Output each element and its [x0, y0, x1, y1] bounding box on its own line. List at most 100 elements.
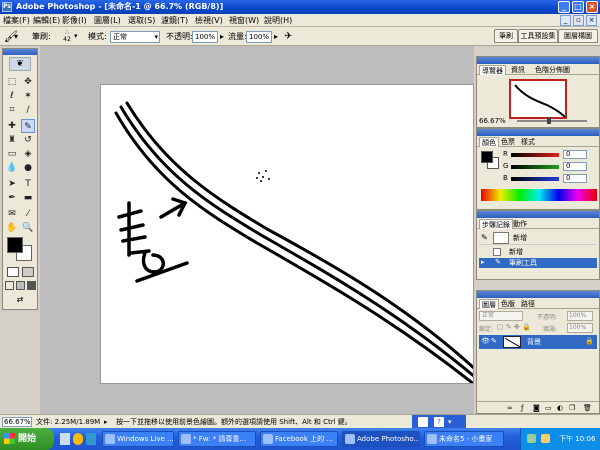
new-set-icon[interactable]: ▭ [545, 402, 552, 414]
slice-tool-icon[interactable]: ∕ [21, 103, 35, 117]
move-tool-icon[interactable]: ✥ [21, 75, 35, 89]
brush-dropdown-arrow-icon[interactable]: ▾ [74, 27, 78, 46]
clone-stamp-tool-icon[interactable]: ♜ [5, 133, 19, 147]
task-windows-live[interactable]: Windows Live ... [102, 431, 174, 447]
fill-input[interactable]: 100% [567, 323, 593, 333]
menu-select[interactable]: 選取(S) [128, 14, 155, 27]
layer-opacity-input[interactable]: 100% [567, 311, 593, 321]
navigator-zoom[interactable]: 66.67% [479, 117, 506, 125]
menu-layer[interactable]: 圖層(L) [94, 14, 121, 27]
tab-styles[interactable]: 樣式 [519, 137, 537, 147]
doc-info[interactable]: 文件: 2.25M/1.89M [36, 415, 100, 429]
tab-channels[interactable]: 色版 [499, 299, 517, 309]
channel-b-slider[interactable] [511, 177, 559, 181]
marquee-tool-icon[interactable]: ⬚ [5, 75, 19, 89]
type-tool-icon[interactable]: T [21, 177, 35, 191]
menu-filter[interactable]: 濾鏡(T) [161, 14, 188, 27]
shape-tool-icon[interactable]: ▬ [21, 191, 35, 205]
channel-g-slider[interactable] [511, 165, 559, 169]
channel-g-input[interactable]: 0 [563, 162, 587, 171]
opacity-arrow-icon[interactable]: ▸ [220, 27, 224, 46]
flow-arrow-icon[interactable]: ▸ [274, 27, 278, 46]
blend-mode-select[interactable]: 正常 [479, 311, 523, 321]
doc-minimize-button[interactable]: _ [560, 15, 571, 26]
history-snapshot-row[interactable]: ✎ 新增 [479, 231, 597, 245]
link-layers-icon[interactable]: ∞ [507, 402, 513, 414]
clock[interactable]: 下午 10:06 [559, 428, 595, 450]
status-zoom-input[interactable]: 66.67% [2, 417, 32, 427]
task-facebook[interactable]: Facebook 上的 ... [260, 431, 338, 447]
channel-r-input[interactable]: 0 [563, 150, 587, 159]
tab-tool-presets[interactable]: 工具預設集 [518, 29, 558, 43]
blur-tool-icon[interactable]: 💧 [5, 161, 19, 175]
tab-layer-comps[interactable]: 圖層構圖 [558, 29, 598, 43]
menu-view[interactable]: 檢視(V) [195, 14, 223, 27]
trash-icon[interactable]: 🗑 [583, 402, 592, 414]
color-spectrum-bar[interactable] [481, 189, 597, 201]
adjustment-layer-icon[interactable]: ◐ [557, 402, 563, 414]
close-button[interactable]: × [586, 1, 598, 13]
task-email[interactable]: * Fw: * 請尊重... [178, 431, 256, 447]
start-button[interactable]: 開始 [0, 428, 54, 450]
history-step-active[interactable]: ▸ ✎ 筆刷工具 [479, 258, 597, 268]
tab-histogram[interactable]: 色階分佈圖 [533, 65, 572, 75]
brush-preset-picker[interactable]: ∴ 42 [61, 29, 73, 43]
tray-volume-icon[interactable] [541, 434, 550, 443]
opacity-input[interactable]: 100% [192, 31, 218, 43]
tool-preset-arrow-icon[interactable]: ▾ [14, 27, 18, 46]
brush-tool-icon[interactable]: ✎ [21, 119, 35, 133]
menu-edit[interactable]: 編輯(E) [33, 14, 60, 27]
screen-mode-full-menu-icon[interactable] [16, 281, 25, 290]
airbrush-icon[interactable]: ✈ [284, 27, 292, 46]
magic-wand-tool-icon[interactable]: ✶ [21, 89, 35, 103]
history-brush-tool-icon[interactable]: ↺ [21, 133, 35, 147]
notes-tool-icon[interactable]: ✉ [5, 207, 19, 221]
quicklaunch-media-icon[interactable] [86, 433, 96, 445]
tab-brushes[interactable]: 筆刷 [494, 29, 518, 43]
healing-brush-tool-icon[interactable]: ✚ [5, 119, 19, 133]
paint-bucket-tool-icon[interactable]: ◈ [21, 147, 35, 161]
menu-window[interactable]: 視窗(W) [229, 14, 259, 27]
feather-logo-icon[interactable]: ❦ [9, 57, 31, 71]
task-photoshop[interactable]: Adobe Photosho... [342, 431, 420, 447]
doc-close-button[interactable]: × [586, 15, 597, 26]
lock-icons[interactable]: ▢ ✎ ✥ 🔒 [497, 323, 531, 331]
zoom-tool-icon[interactable]: 🔍 [21, 221, 35, 235]
foreground-color-swatch[interactable] [7, 237, 23, 253]
tray-network-icon[interactable] [527, 434, 536, 443]
jump-to-imageready-icon[interactable]: ⇄ [9, 295, 31, 305]
mode-select[interactable]: 正常 ▾ [110, 31, 160, 43]
channel-b-input[interactable]: 0 [563, 174, 587, 183]
doc-restore-button[interactable]: ▫ [573, 15, 584, 26]
tab-info[interactable]: 資訊 [509, 65, 527, 75]
crop-tool-icon[interactable]: ⌗ [5, 103, 19, 117]
document-canvas[interactable] [100, 84, 474, 384]
eraser-tool-icon[interactable]: ▭ [5, 147, 19, 161]
history-step[interactable]: 新增 [479, 247, 597, 257]
quick-mask-mode-icon[interactable] [22, 267, 34, 277]
quicklaunch-ie-icon[interactable] [73, 433, 83, 445]
eyedropper-tool-icon[interactable]: ⁄ [21, 207, 35, 221]
channel-r-slider[interactable] [511, 153, 559, 157]
visibility-eye-icon[interactable]: 👁 [481, 337, 490, 345]
menu-help[interactable]: 說明(H) [264, 14, 292, 27]
standard-mode-icon[interactable] [7, 267, 19, 277]
tab-navigator[interactable]: 導覽器 [479, 65, 506, 75]
dodge-tool-icon[interactable]: ● [21, 161, 35, 175]
menu-image[interactable]: 影像(I) [62, 14, 87, 27]
screen-mode-full-icon[interactable] [27, 281, 36, 290]
pen-tool-icon[interactable]: ✒ [5, 191, 19, 205]
navigator-preview[interactable] [509, 79, 567, 119]
hand-tool-icon[interactable]: ✋ [5, 221, 19, 235]
screen-mode-standard-icon[interactable] [5, 281, 14, 290]
zoom-slider-thumb[interactable] [547, 117, 551, 124]
path-selection-tool-icon[interactable]: ➤ [5, 177, 19, 191]
tab-actions[interactable]: 動作 [511, 219, 529, 229]
maximize-button[interactable]: □ [572, 1, 584, 13]
new-layer-icon[interactable]: ❐ [569, 402, 575, 414]
tab-history[interactable]: 步驟記錄 [479, 219, 513, 229]
tab-color[interactable]: 顏色 [479, 137, 499, 147]
layer-row[interactable]: 👁 ✎ 背景 🔒 [479, 335, 597, 349]
task-paint[interactable]: 未命名5 - 小畫家 [424, 431, 504, 447]
flow-input[interactable]: 100% [246, 31, 272, 43]
